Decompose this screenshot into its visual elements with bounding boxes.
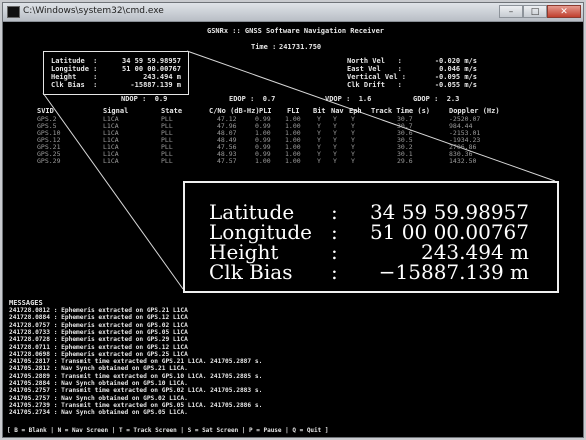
message-line: 241728.0698 : Ephemeris extracted on GPS… xyxy=(9,350,188,358)
zoom-inset: Latitude : 34 59 59.98957 Longitude : 51… xyxy=(183,181,559,293)
message-line: 241705.2889 : Transmit time extracted on… xyxy=(9,372,263,380)
message-line: 241728.0884 : Ephemeris extracted on GPS… xyxy=(9,314,188,322)
messages-title: MESSAGES xyxy=(9,299,43,307)
table-cell: GPS.29 xyxy=(37,157,61,165)
table-cell: 47.57 xyxy=(217,157,237,165)
message-line: 241728.0757 : Ephemeris extracted on GPS… xyxy=(9,321,188,329)
zoom-label-clkbias: Clk Bias xyxy=(209,260,293,284)
message-line: 241705.2757 : Transmit time extracted on… xyxy=(9,387,263,395)
console-window: C:\Windows\system32\cmd.exe – □ ✕ GSNRx … xyxy=(2,2,584,438)
zoom-value-clkbias: −15887.139 m xyxy=(378,260,529,284)
table-cell: Y xyxy=(351,157,355,165)
table-cell: L1CA xyxy=(103,157,119,165)
table-cell: Y xyxy=(333,157,337,165)
zoom-line-top xyxy=(186,50,556,182)
footer-keys: [ B = Blank | N = Nav Screen | T = Track… xyxy=(7,427,329,434)
message-line: 241728.0711 : Ephemeris extracted on GPS… xyxy=(9,343,188,351)
table-cell: 1.00 xyxy=(255,157,271,165)
message-line: 241705.2739 : Transmit time extracted on… xyxy=(9,401,263,409)
table-cell: PLL xyxy=(161,157,173,165)
message-line: 241705.2812 : Nav Synch obtained on GPS.… xyxy=(9,365,188,373)
table-cell: Y xyxy=(317,157,321,165)
table-cell: 1.00 xyxy=(285,157,301,165)
message-line: 241705.2734 : Nav Synch obtained on GPS.… xyxy=(9,409,188,417)
table-cell: 29.6 xyxy=(397,157,413,165)
message-line: 241705.2757 : Nav Synch obtained on GPS.… xyxy=(9,394,188,402)
table-cell: 1432.50 xyxy=(449,157,477,165)
message-line: 241728.0812 : Ephemeris extracted on GPS… xyxy=(9,307,188,314)
message-line: 241728.0728 : Ephemeris extracted on GPS… xyxy=(9,336,188,344)
zoom-sep-clkbias: : xyxy=(331,260,338,284)
message-line: 241728.0733 : Ephemeris extracted on GPS… xyxy=(9,328,188,336)
message-line: 241705.2884 : Nav Synch obtained on GPS.… xyxy=(9,380,188,387)
